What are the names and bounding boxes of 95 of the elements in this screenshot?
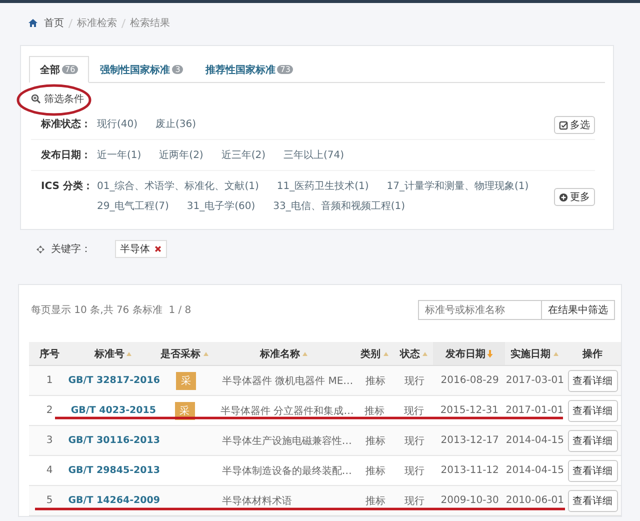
standard-name: 半导体器件 分立器件和集成… <box>220 404 354 418</box>
date-cell: 2014-04-15 <box>506 435 564 446</box>
sort-up-icon <box>552 350 559 356</box>
column-header[interactable]: 标准号 <box>70 342 157 365</box>
column-header[interactable]: 实施日期 <box>505 342 564 365</box>
zoom-icon <box>31 94 41 104</box>
filter-option[interactable]: 现行(40) <box>97 115 138 135</box>
search-field[interactable]: 标准号或标准名称 <box>418 300 542 320</box>
standard-name: 半导体器件 微机电器件 ME… <box>222 374 354 388</box>
standard-code-link[interactable]: GB/T 14264-2009 <box>68 495 160 506</box>
keyword-tag[interactable]: 半导体 <box>115 240 167 258</box>
keyword-label: 关键字： <box>51 242 92 256</box>
filter-option[interactable]: 29_电气工程(7) <box>97 197 169 217</box>
date-cell: 2016-08-29 <box>440 375 499 386</box>
row-number: 1 <box>46 375 53 386</box>
date-cell: 2017-01-01 <box>506 405 564 416</box>
date-cell: 2013-11-12 <box>440 465 499 476</box>
home-icon <box>28 18 38 28</box>
filter-label: 发布日期： <box>40 148 92 163</box>
filter-title: 筛选条件 <box>44 92 84 106</box>
tab[interactable]: 推荐性国家标准 73 <box>194 56 304 83</box>
tab[interactable]: 全部 76 <box>29 56 90 83</box>
row-number: 5 <box>46 495 53 506</box>
filter-option[interactable]: 三年以上(74) <box>284 146 344 166</box>
view-details-button[interactable]: 查看详细 <box>568 370 618 392</box>
filter-action-button[interactable]: 更多 <box>554 188 595 206</box>
sort-up-icon <box>202 350 209 356</box>
view-details-button[interactable]: 查看详细 <box>568 490 618 512</box>
sort-up-icon <box>302 350 308 356</box>
date-cell: 2014-04-15 <box>506 465 564 476</box>
count-badge: 73 <box>277 65 294 74</box>
date-cell: 2017-03-01 <box>506 375 564 386</box>
move-icon <box>36 244 45 254</box>
count-badge: 76 <box>62 65 78 74</box>
adopted-badge: 采 <box>176 372 196 390</box>
filter-option[interactable]: 近两年(2) <box>159 146 204 166</box>
date-cell: 2013-12-17 <box>440 435 499 446</box>
filter-results-button[interactable]: 在结果中筛选 <box>542 300 615 320</box>
filter-option[interactable]: 17_计量学和测量、物理现象(1) <box>386 177 529 197</box>
close-icon[interactable] <box>154 245 162 253</box>
category-cell-text: 推标 <box>365 494 386 508</box>
date-cell: 2009-10-30 <box>440 495 499 506</box>
standard-code-link[interactable]: GB/T 30116-2013 <box>68 435 160 446</box>
plus-icon <box>559 192 568 202</box>
breadcrumb-link[interactable]: 检索结果 <box>130 16 170 30</box>
status-cell-text: 现行 <box>404 494 425 508</box>
column-header[interactable]: 操作 <box>564 342 621 365</box>
column-header[interactable]: 发布日期 <box>433 342 506 365</box>
filter-label: 标准状态： <box>40 118 92 132</box>
filter-action-button[interactable]: 多选 <box>554 116 595 134</box>
sort-up-icon <box>382 350 389 356</box>
status-cell-text: 现行 <box>404 464 425 478</box>
breadcrumb-link[interactable]: 标准检索 <box>77 16 117 30</box>
column-header[interactable]: 标准名称 <box>212 342 355 365</box>
filter-label: ICS 分类： <box>40 180 94 194</box>
count-badge: 3 <box>172 65 184 74</box>
column-header[interactable]: 是否采标 <box>156 342 213 365</box>
status-cell-text: 现行 <box>404 374 425 388</box>
status-cell-text: 现行 <box>404 434 425 448</box>
category-cell-text: 推标 <box>365 464 386 478</box>
filter-option[interactable]: 01_综合、术语学、标准化、文献(1) <box>97 177 259 197</box>
standard-name: 半导体材料术语 <box>222 494 292 508</box>
view-details-button[interactable]: 查看详细 <box>568 400 618 422</box>
date-cell: 2010-06-01 <box>506 495 564 506</box>
column-header[interactable]: 状态 <box>394 342 434 365</box>
date-cell: 2015-12-31 <box>440 405 498 416</box>
sort-down-icon <box>487 350 494 358</box>
standard-name: 半导体生产设施电磁兼容性… <box>222 434 352 448</box>
filter-option[interactable]: 废止(36) <box>156 115 196 135</box>
filter-option[interactable]: 近三年(2) <box>221 146 266 166</box>
filter-option[interactable]: 31_电子学(60) <box>186 197 256 217</box>
status-cell-text: 现行 <box>404 404 424 418</box>
category-cell-text: 推标 <box>365 434 386 448</box>
checkbox-icon <box>559 120 568 130</box>
filter-option[interactable]: 33_电信、音频和视频工程(1) <box>273 197 406 217</box>
row-number: 2 <box>46 405 53 416</box>
filter-option[interactable]: 近一年(1) <box>97 146 142 166</box>
category-cell-text: 推标 <box>364 404 385 418</box>
filter-option[interactable]: 11_医药卫生技术(1) <box>276 177 369 197</box>
category-cell-text: 推标 <box>365 374 386 388</box>
breadcrumb-link[interactable]: 首页 <box>44 16 64 30</box>
standard-code-link[interactable]: GB/T 29845-2013 <box>68 465 160 476</box>
column-header[interactable]: 序号 <box>29 342 70 365</box>
result-summary: 每页显示 10 条,共 76 条标准 1 / 8 <box>31 304 192 317</box>
tab[interactable]: 强制性国家标准 3 <box>89 56 194 83</box>
row-number: 4 <box>46 465 53 476</box>
column-header[interactable]: 类别 <box>354 342 394 365</box>
row-number: 3 <box>46 435 53 446</box>
standard-code-link[interactable]: GB/T 32817-2016 <box>68 375 160 386</box>
sort-up-icon <box>126 350 132 356</box>
sort-up-icon <box>422 350 428 356</box>
view-details-button[interactable]: 查看详细 <box>568 430 618 452</box>
standard-code-link[interactable]: GB/T 4023-2015 <box>70 405 156 416</box>
view-details-button[interactable]: 查看详细 <box>568 460 618 482</box>
standard-name: 半导体制造设备的最终装配… <box>222 464 352 478</box>
